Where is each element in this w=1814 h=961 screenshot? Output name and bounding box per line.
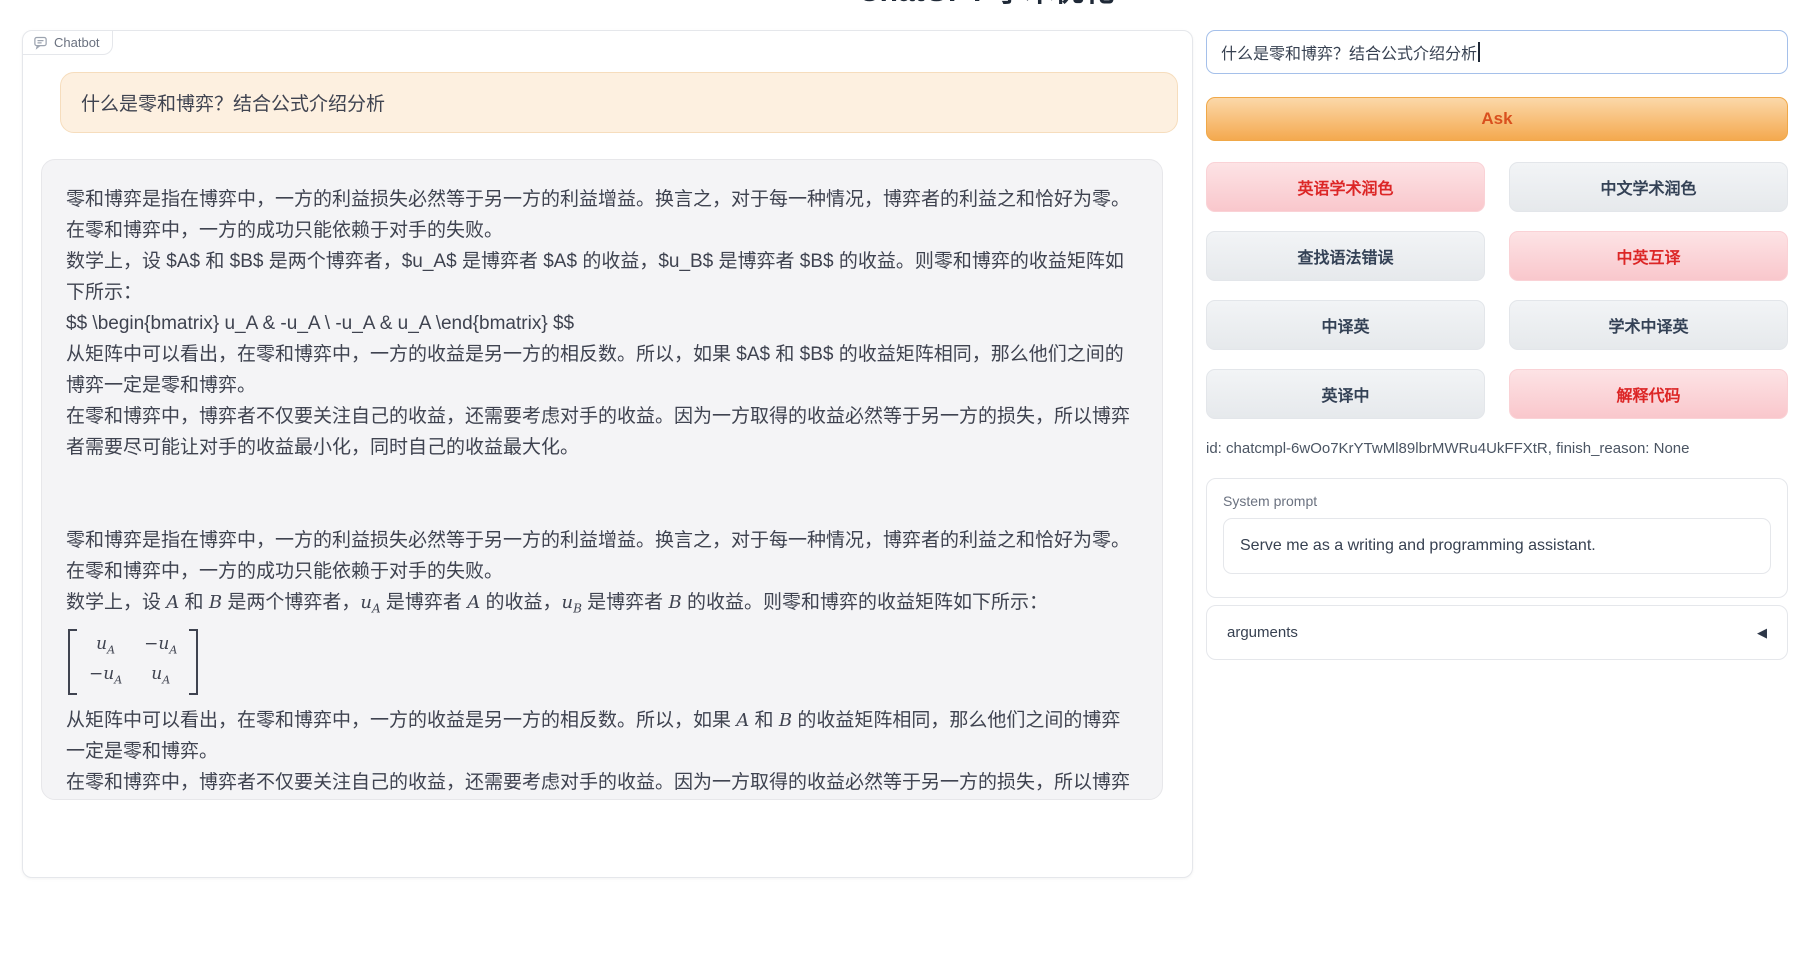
bot-rendered-paragraph-2: 数学上，设 A 和 B 是两个博弈者，uA 是博弈者 A 的收益，uB 是博弈者… <box>66 587 1138 625</box>
system-prompt-label: System prompt <box>1223 493 1771 509</box>
action-button-explain-code[interactable]: 解释代码 <box>1509 369 1788 419</box>
action-button-en-to-zh[interactable]: 英译中 <box>1206 369 1485 419</box>
matrix-cell: uA <box>89 632 122 662</box>
bot-raw-paragraph-2: 数学上，设 $A$ 和 $B$ 是两个博弈者，$u_A$ 是博弈者 $A$ 的收… <box>66 246 1138 308</box>
math-var: B <box>668 592 681 613</box>
chatbot-label-text: Chatbot <box>54 35 100 50</box>
math-var: A <box>166 592 179 613</box>
action-button-chinese-polish[interactable]: 中文学术润色 <box>1509 162 1788 212</box>
response-status-line: id: chatcmpl-6wOo7KrYTwMl89lbrMWRu4UkFFX… <box>1206 440 1788 457</box>
system-prompt-input[interactable]: Serve me as a writing and programming as… <box>1223 518 1771 574</box>
chat-bubble-icon <box>33 35 48 50</box>
ask-button[interactable]: Ask <box>1206 97 1788 141</box>
question-input[interactable]: 什么是零和博弈？结合公式介绍分析 <box>1206 30 1788 74</box>
question-input-value: 什么是零和博弈？结合公式介绍分析 <box>1221 40 1477 64</box>
payoff-matrix: uA −uA −uA uA <box>68 629 198 696</box>
math-var: B <box>779 710 792 731</box>
chatbot-panel: Chatbot 什么是零和博弈？结合公式介绍分析 零和博弈是指在博弈中，一方的利… <box>22 30 1193 878</box>
bot-rendered-paragraph-4: 从矩阵中可以看出，在零和博弈中，一方的收益是另一方的相反数。所以，如果 A 和 … <box>66 705 1138 767</box>
paragraph-gap <box>66 463 1138 525</box>
arguments-accordion-header[interactable]: arguments ◀ <box>1206 605 1788 660</box>
system-prompt-value: Serve me as a writing and programming as… <box>1240 537 1596 555</box>
math-var: A <box>467 592 480 613</box>
arguments-accordion-label: arguments <box>1227 624 1298 641</box>
bot-raw-paragraph-4: 从矩阵中可以看出，在零和博弈中，一方的收益是另一方的相反数。所以，如果 $A$ … <box>66 339 1138 401</box>
text-cursor <box>1478 42 1480 62</box>
bot-raw-latex-line: $$ \begin{bmatrix} u_A & -u_A \ -u_A & u… <box>66 308 1138 339</box>
bot-raw-paragraph-5: 在零和博弈中，博弈者不仅要关注自己的收益，还需要考虑对手的收益。因为一方取得的收… <box>66 401 1138 463</box>
math-var: uA <box>360 592 380 613</box>
matrix-left-bracket <box>68 629 77 696</box>
user-message-text: 什么是零和博弈？结合公式介绍分析 <box>81 89 385 116</box>
matrix-cell: −uA <box>144 632 177 662</box>
chatbot-label: Chatbot <box>23 31 113 55</box>
bot-raw-paragraph-1: 零和博弈是指在博弈中，一方的利益损失必然等于另一方的利益增益。换言之，对于每一种… <box>66 184 1138 246</box>
bot-rendered-paragraph-5: 在零和博弈中，博弈者不仅要关注自己的收益，还需要考虑对手的收益。因为一方取得的收… <box>66 767 1138 800</box>
math-var: A <box>736 710 749 731</box>
bot-rendered-paragraph-1: 零和博弈是指在博弈中，一方的利益损失必然等于另一方的利益增益。换言之，对于每一种… <box>66 525 1138 587</box>
math-var: uB <box>561 592 581 613</box>
action-button-find-grammar[interactable]: 查找语法错误 <box>1206 231 1485 281</box>
page-title: ChatGPT 学术优化 <box>858 0 1178 11</box>
matrix-cell: −uA <box>89 662 122 692</box>
action-button-academic-zh-en[interactable]: 学术中译英 <box>1509 300 1788 350</box>
matrix-cell: uA <box>144 662 177 692</box>
system-prompt-card: System prompt Serve me as a writing and … <box>1206 478 1788 598</box>
accordion-collapsed-arrow-icon: ◀ <box>1757 625 1767 641</box>
math-var: B <box>209 592 222 613</box>
bot-message-bubble: 零和博弈是指在博弈中，一方的利益损失必然等于另一方的利益增益。换言之，对于每一种… <box>41 159 1163 800</box>
action-button-english-polish[interactable]: 英语学术润色 <box>1206 162 1485 212</box>
action-button-zh-to-en[interactable]: 中译英 <box>1206 300 1485 350</box>
user-message-bubble: 什么是零和博弈？结合公式介绍分析 <box>60 72 1178 133</box>
matrix-right-bracket <box>189 629 198 696</box>
action-button-grid: 英语学术润色 中文学术润色 查找语法错误 中英互译 中译英 学术中译英 英译中 … <box>1206 162 1788 419</box>
action-button-zh-en-mutual[interactable]: 中英互译 <box>1509 231 1788 281</box>
